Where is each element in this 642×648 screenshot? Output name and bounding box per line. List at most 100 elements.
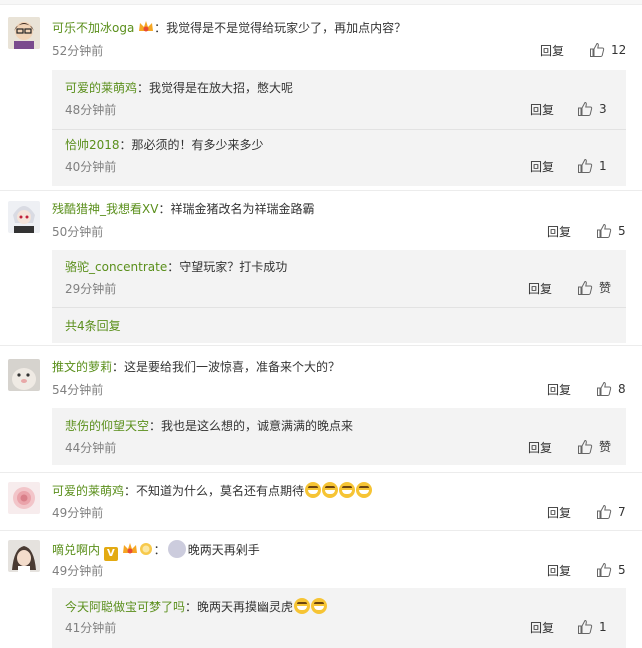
like-button[interactable]: 7 — [596, 504, 626, 520]
avatar[interactable] — [8, 359, 40, 391]
like-count: 12 — [611, 43, 627, 57]
avatar[interactable] — [8, 482, 40, 514]
laugh-emoji-icon — [311, 598, 328, 614]
timestamp: 29分钟前 — [65, 282, 117, 296]
like-button[interactable]: 3 — [577, 101, 607, 117]
timestamp: 49分钟前 — [52, 564, 104, 578]
thumb-up-icon — [578, 619, 593, 634]
reply-body: ：那必须的！有多少来多少 — [119, 138, 264, 152]
reply-text: 骆驼_concentrate：守望玩家？打卡成功 — [65, 259, 287, 275]
thumb-up-icon — [578, 101, 593, 116]
laugh-emoji-icon — [356, 482, 373, 498]
like-button[interactable]: 1 — [577, 619, 607, 635]
like-button[interactable]: 5 — [596, 562, 626, 578]
timestamp: 54分钟前 — [52, 383, 104, 397]
reply-list: 今天阿聪做宝可梦了吗：晚两天再摸幽灵虎 41分钟前 回复 1 — [52, 588, 626, 648]
avatar[interactable] — [8, 17, 40, 49]
view-more-replies-link[interactable]: 共4条回复 — [65, 318, 121, 334]
thumb-up-icon — [578, 439, 593, 454]
timestamp: 40分钟前 — [65, 160, 117, 174]
reply-list: 悲伤的仰望天空：我也是这么想的，诚意满满的晚点来 44分钟前 回复 赞 — [52, 408, 626, 465]
reply-body: ：我觉得是在放大招，憋大呢 — [137, 81, 294, 95]
reply-body: ：守望玩家？打卡成功 — [167, 260, 288, 274]
reply-button[interactable]: 回复 — [540, 43, 564, 59]
medal-badge-icon — [138, 542, 154, 556]
comment-text: 可爱的莱萌鸡：不知道为什么，莫名还有点期待 — [52, 482, 373, 499]
username[interactable]: 今天阿聪做宝可梦了吗 — [65, 600, 185, 614]
avatar[interactable] — [8, 540, 40, 572]
thumb-up-icon — [578, 280, 593, 295]
like-button[interactable]: 8 — [596, 381, 626, 397]
username[interactable]: 可乐不加冰oga — [52, 21, 134, 35]
comment-text: 嘀兑啊内 V ：晚两天再剁手 — [52, 540, 260, 561]
like-count: 3 — [599, 102, 607, 116]
thumb-up-icon — [578, 158, 593, 173]
like-count: 1 — [599, 620, 607, 634]
laugh-emoji-icon — [322, 482, 339, 498]
comment-divider — [0, 190, 642, 191]
like-count: 7 — [618, 505, 626, 519]
like-count: 赞 — [599, 281, 612, 295]
comment-divider — [0, 530, 642, 531]
reply-button[interactable]: 回复 — [528, 281, 552, 297]
like-count: 5 — [618, 224, 626, 238]
crown-badge-icon — [122, 542, 138, 556]
reply-button[interactable]: 回复 — [547, 505, 571, 521]
reply-list: 骆驼_concentrate：守望玩家？打卡成功 29分钟前 回复 赞 共4条回… — [52, 250, 626, 343]
reply-divider — [52, 129, 626, 130]
thumb-up-icon — [597, 223, 612, 238]
username[interactable]: 悲伤的仰望天空 — [65, 419, 149, 433]
comment-body: ：我觉得是不是觉得给玩家少了，再加点内容？ — [154, 21, 407, 35]
timestamp: 52分钟前 — [52, 44, 104, 58]
reply-text: 悲伤的仰望天空：我也是这么想的，诚意满满的晚点来 — [65, 418, 353, 434]
like-count: 赞 — [599, 440, 612, 454]
username[interactable]: 推文的萝莉 — [52, 360, 112, 374]
reply-text: 可爱的莱萌鸡：我觉得是在放大招，憋大呢 — [65, 80, 293, 96]
reply-button[interactable]: 回复 — [547, 224, 571, 240]
reply-button[interactable]: 回复 — [547, 563, 571, 579]
reply-list: 可爱的莱萌鸡：我觉得是在放大招，憋大呢 48分钟前 回复 3 恰帅2018：那必… — [52, 70, 626, 186]
like-button[interactable]: 1 — [577, 158, 607, 174]
comment-body: ：祥瑞金猪改名为祥瑞金路霸 — [158, 202, 315, 216]
reply-body: ：晚两天再摸幽灵虎 — [185, 600, 294, 614]
crown-badge-icon — [138, 20, 154, 34]
comment-body: 晚两天再剁手 — [187, 543, 260, 557]
timestamp: 41分钟前 — [65, 621, 117, 635]
comment-body: ：不知道为什么，莫名还有点期待 — [124, 484, 305, 498]
timestamp: 50分钟前 — [52, 225, 104, 239]
reply-button[interactable]: 回复 — [547, 382, 571, 398]
reply-button[interactable]: 回复 — [530, 620, 554, 636]
like-button[interactable]: 赞 — [577, 439, 611, 455]
like-button[interactable]: 12 — [589, 42, 626, 58]
like-button[interactable]: 赞 — [577, 280, 611, 296]
comment-text: 可乐不加冰oga ：我觉得是不是觉得给玩家少了，再加点内容？ — [52, 20, 406, 36]
reply-button[interactable]: 回复 — [528, 440, 552, 456]
username[interactable]: 嘀兑啊内 — [52, 543, 100, 557]
like-count: 8 — [618, 382, 626, 396]
reply-text: 恰帅2018：那必须的！有多少来多少 — [65, 137, 264, 153]
reply-button[interactable]: 回复 — [530, 102, 554, 118]
comment-divider — [0, 345, 642, 346]
username[interactable]: 残酷猎神_我想看XV — [52, 202, 158, 216]
comment-body: ：这是要给我们一波惊喜，准备来个大的？ — [112, 360, 341, 374]
reply-button[interactable]: 回复 — [530, 159, 554, 175]
comment-text: 推文的萝莉：这是要给我们一波惊喜，准备来个大的？ — [52, 359, 340, 375]
like-button[interactable]: 5 — [596, 223, 626, 239]
mentioned-user-avatar[interactable] — [167, 540, 186, 558]
vip-badge-icon: V — [103, 547, 118, 561]
thumb-up-icon — [597, 504, 612, 519]
like-count: 5 — [618, 563, 626, 577]
top-divider — [0, 0, 642, 5]
thumb-up-icon — [597, 381, 612, 396]
comment-text: 残酷猎神_我想看XV：祥瑞金猪改名为祥瑞金路霸 — [52, 201, 314, 217]
reply-text: 今天阿聪做宝可梦了吗：晚两天再摸幽灵虎 — [65, 598, 328, 615]
username[interactable]: 可爱的莱萌鸡 — [52, 484, 124, 498]
avatar[interactable] — [8, 201, 40, 233]
thumb-up-icon — [597, 562, 612, 577]
username[interactable]: 骆驼_concentrate — [65, 260, 167, 274]
username[interactable]: 恰帅2018 — [65, 138, 120, 152]
thumb-up-icon — [590, 42, 605, 57]
comment-divider — [0, 472, 642, 473]
username[interactable]: 可爱的莱萌鸡 — [65, 81, 137, 95]
timestamp: 44分钟前 — [65, 441, 117, 455]
